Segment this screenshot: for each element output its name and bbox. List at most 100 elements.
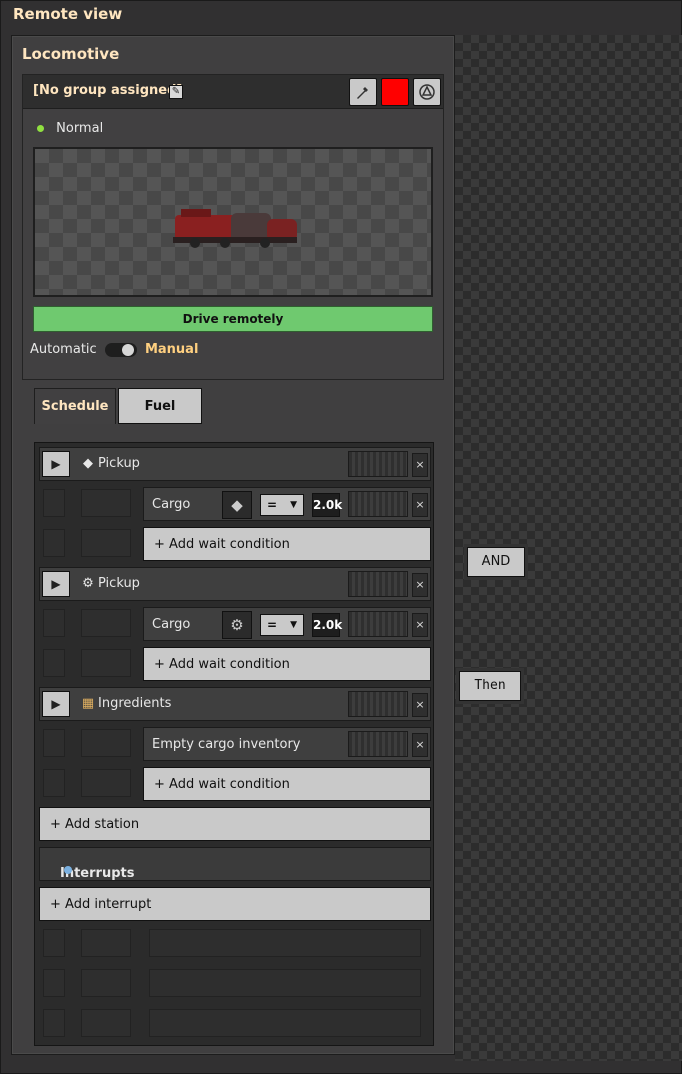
remove-station-button[interactable]: × [412,693,428,717]
station-name: Pickup [98,576,140,591]
empty-slot [81,489,131,517]
comparator-value: = [267,618,278,632]
add-condition-row: + Add wait condition [39,527,431,561]
empty-slot [81,609,131,637]
add-wait-condition-label: + Add wait condition [154,537,290,552]
go-to-station-button[interactable]: ▶ [42,691,70,717]
drag-handle[interactable] [348,611,408,637]
add-station-button[interactable]: + Add station [39,807,431,841]
empty-slot [81,969,131,997]
locomotive-preview[interactable] [33,147,433,297]
drag-handle[interactable] [348,451,408,477]
empty-slot [149,1009,421,1037]
empty-slot [43,609,65,637]
comparator-value: = [267,498,278,512]
remove-condition-button[interactable]: × [412,493,428,517]
tab-fuel[interactable]: Fuel [118,388,202,424]
empty-row [39,967,431,1001]
empty-slot [81,649,131,677]
gear-icon[interactable]: ⚙ [222,611,252,639]
empty-slot [43,529,65,557]
add-wait-condition-label: + Add wait condition [154,657,290,672]
wait-condition[interactable]: Empty cargo inventory × [143,727,431,761]
condition-row: Cargo ◆ = ▼ 2.0k × [39,487,431,521]
add-interrupt-button[interactable]: + Add interrupt [39,887,431,921]
condition-value[interactable]: 2.0k [312,493,342,517]
empty-slot [81,769,131,797]
condition-label: Cargo [152,497,191,512]
window-title: Remote view [13,5,123,23]
condition-label: Empty cargo inventory [152,737,301,752]
empty-slot [149,969,421,997]
status-indicator: Normal [37,121,103,136]
eyedropper-button[interactable] [349,78,377,106]
drag-handle[interactable] [348,691,408,717]
empty-row [39,927,431,961]
drive-remotely-button[interactable]: Drive remotely [33,306,433,332]
manual-label: Manual [144,342,199,357]
empty-slot [43,649,65,677]
add-condition-row: + Add wait condition [39,647,431,681]
add-station-label: + Add station [50,817,140,832]
empty-slot [81,729,131,757]
remove-condition-button[interactable]: × [412,613,428,637]
empty-slot [149,929,421,957]
locate-icon [419,84,435,100]
plate-icon[interactable]: ◆ [222,491,252,519]
remove-station-button[interactable]: × [412,453,428,477]
schedule-list: ▶ ◆ Pickup × Cargo ◆ = ▼ 2.0k × + Add wa… [34,442,434,1046]
condition-value[interactable]: 2.0k [312,613,342,637]
locomotive-panel: Locomotive [No group assigned] ✎ Normal [11,35,455,1055]
wait-condition[interactable]: Cargo ⚙ = ▼ 2.0k × [143,607,431,641]
empty-slot [43,969,65,997]
remove-station-button[interactable]: × [412,573,428,597]
add-interrupt-label: + Add interrupt [50,897,152,912]
drag-handle[interactable] [348,571,408,597]
train-color-button[interactable] [381,78,409,106]
status-text: Normal [56,121,104,136]
add-wait-condition-label: + Add wait condition [154,777,290,792]
chevron-down-icon: ▼ [290,620,297,630]
interrupts-header: Interrupts [39,847,431,881]
plate-icon: ◆ [83,456,93,471]
add-wait-condition-button[interactable]: + Add wait condition [143,767,431,801]
group-label: [No group assigned] [33,83,183,98]
comparator-select[interactable]: = ▼ [260,614,304,636]
empty-slot [81,1009,131,1037]
info-icon[interactable] [64,866,72,874]
mode-toggle[interactable] [104,342,137,357]
toggle-knob [121,343,134,356]
empty-slot [81,929,131,957]
and-button[interactable]: AND [467,547,525,577]
wait-condition[interactable]: Cargo ◆ = ▼ 2.0k × [143,487,431,521]
add-wait-condition-button[interactable]: + Add wait condition [143,647,431,681]
station-row[interactable]: ▶ ⚙ Pickup × [39,567,431,601]
remove-condition-button[interactable]: × [412,733,428,757]
comparator-select[interactable]: = ▼ [260,494,304,516]
go-to-station-button[interactable]: ▶ [42,571,70,597]
add-condition-row: + Add wait condition [39,767,431,801]
locate-button[interactable] [413,78,441,106]
condition-row: Empty cargo inventory × [39,727,431,761]
mode-switch: Automatic Manual [30,342,198,357]
station-name: Ingredients [98,696,172,711]
edit-group-icon[interactable]: ✎ [169,85,183,99]
drag-handle[interactable] [348,491,408,517]
go-to-station-button[interactable]: ▶ [42,451,70,477]
empty-slot [81,529,131,557]
gear-icon: ⚙ [82,576,94,591]
ingredients-icon: ▦ [81,696,95,711]
locomotive-info: [No group assigned] ✎ Normal Drive remot… [22,74,444,380]
drag-handle[interactable] [348,731,408,757]
remote-view-window: Remote view Locomotive [No group assigne… [0,0,682,1074]
tab-schedule[interactable]: Schedule [34,388,116,424]
add-wait-condition-button[interactable]: + Add wait condition [143,527,431,561]
empty-row [39,1007,431,1041]
station-row[interactable]: ▶ ▦ Ingredients × [39,687,431,721]
empty-slot [43,769,65,797]
station-row[interactable]: ▶ ◆ Pickup × [39,447,431,481]
station-name: Pickup [98,456,140,471]
automatic-label: Automatic [30,342,97,357]
empty-slot [43,1009,65,1037]
then-button[interactable]: Then [459,671,521,701]
